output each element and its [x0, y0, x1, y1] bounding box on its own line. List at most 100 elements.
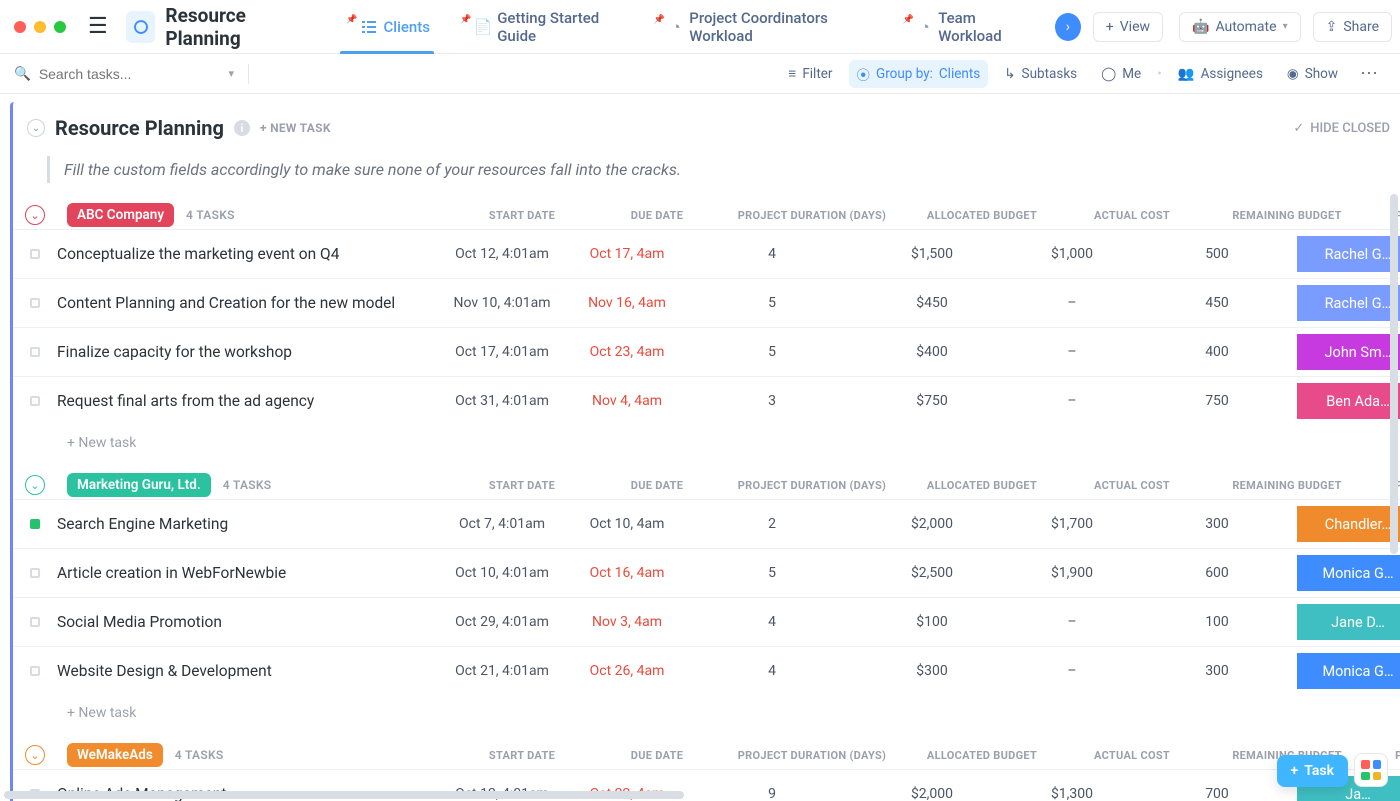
tab-getting-started[interactable]: 📌 📄 Getting Started Guide [444, 0, 638, 54]
automate-button[interactable]: 🤖 Automate ▾ [1179, 12, 1301, 42]
due-date[interactable]: Oct 23, 4am [567, 344, 687, 360]
task-name[interactable]: Finalize capacity for the workshop [57, 342, 437, 363]
duration[interactable]: 5 [687, 565, 857, 581]
project-coordinator[interactable]: Ben Ada… [1297, 383, 1400, 419]
due-date[interactable]: Nov 4, 4am [567, 393, 687, 409]
project-coordinator[interactable]: Rachel G… [1297, 236, 1400, 272]
due-date[interactable]: Nov 3, 4am [567, 614, 687, 630]
next-views-button[interactable]: › [1055, 13, 1081, 41]
column-header[interactable]: REMAINING BUDGET [1207, 479, 1367, 492]
filter-button[interactable]: ≡ Filter [780, 62, 840, 86]
column-header[interactable]: DUE DATE [597, 479, 717, 492]
vertical-scrollbar[interactable] [1390, 194, 1398, 554]
remaining-budget[interactable]: 750 [1137, 393, 1297, 409]
collapse-group-button[interactable]: ⌄ [25, 205, 45, 225]
start-date[interactable]: Oct 21, 4:01am [437, 663, 567, 679]
new-task-button[interactable]: + NEW TASK [260, 121, 331, 135]
actual-cost[interactable]: $1,300 [1007, 786, 1137, 801]
allocated-budget[interactable]: $450 [857, 295, 1007, 311]
table-row[interactable]: Website Design & DevelopmentOct 21, 4:01… [13, 646, 1400, 695]
due-date[interactable]: Oct 10, 4am [567, 516, 687, 532]
group-badge[interactable]: WeMakeAds [67, 743, 163, 767]
add-task-row[interactable]: + New task [13, 695, 1400, 731]
project-coordinator[interactable]: Jane D… [1297, 604, 1400, 640]
actual-cost[interactable]: – [1007, 393, 1137, 409]
allocated-budget[interactable]: $2,000 [857, 516, 1007, 532]
column-header[interactable]: START DATE [457, 209, 587, 222]
menu-icon[interactable]: ☰ [80, 10, 116, 43]
group-badge[interactable]: Marketing Guru, Ltd. [67, 473, 211, 497]
remaining-budget[interactable]: 500 [1137, 246, 1297, 262]
remaining-budget[interactable]: 400 [1137, 344, 1297, 360]
remaining-budget[interactable]: 700 [1137, 786, 1297, 801]
table-row[interactable]: Search Engine MarketingOct 7, 4:01amOct … [13, 499, 1400, 548]
column-header[interactable]: ACTUAL COST [1067, 479, 1197, 492]
share-button[interactable]: ⇪ Share [1313, 12, 1392, 42]
actual-cost[interactable]: – [1007, 295, 1137, 311]
table-row[interactable]: Content Planning and Creation for the ne… [13, 278, 1400, 327]
duration[interactable]: 5 [687, 295, 857, 311]
hide-closed-button[interactable]: ✓ HIDE CLOSED [1293, 121, 1400, 136]
chevron-down-icon[interactable]: ▾ [228, 67, 234, 80]
allocated-budget[interactable]: $300 [857, 663, 1007, 679]
add-view-button[interactable]: + View [1093, 12, 1163, 42]
status-icon[interactable] [30, 249, 40, 259]
actual-cost[interactable]: $1,700 [1007, 516, 1137, 532]
column-header[interactable]: ALLOCATED BUDGET [907, 749, 1057, 762]
allocated-budget[interactable]: $100 [857, 614, 1007, 630]
project-coordinator[interactable]: Rachel G… [1297, 285, 1400, 321]
status-icon[interactable] [30, 347, 40, 357]
group-badge[interactable]: ABC Company [67, 203, 174, 227]
allocated-budget[interactable]: $2,500 [857, 565, 1007, 581]
status-icon[interactable] [30, 519, 40, 529]
remaining-budget[interactable]: 100 [1137, 614, 1297, 630]
column-header[interactable]: REMAINING BUDGET [1207, 209, 1367, 222]
task-name[interactable]: Request final arts from the ad agency [57, 391, 437, 412]
remaining-budget[interactable]: 300 [1137, 516, 1297, 532]
duration[interactable]: 4 [687, 246, 857, 262]
groupby-button[interactable]: ⦿ Group by: Clients [849, 60, 989, 88]
more-icon[interactable]: ⋯ [1354, 63, 1386, 84]
remaining-budget[interactable]: 600 [1137, 565, 1297, 581]
duration[interactable]: 9 [687, 786, 857, 801]
column-header[interactable]: START DATE [457, 479, 587, 492]
apps-button[interactable] [1354, 753, 1388, 787]
column-header[interactable]: ALLOCATED BUDGET [907, 479, 1057, 492]
actual-cost[interactable]: – [1007, 614, 1137, 630]
actual-cost[interactable]: – [1007, 663, 1137, 679]
maximize-window-icon[interactable] [54, 21, 66, 33]
column-header[interactable]: PROJECT DURATION (DAYS) [727, 749, 897, 762]
status-icon[interactable] [30, 298, 40, 308]
duration[interactable]: 4 [687, 663, 857, 679]
window-controls[interactable] [8, 21, 76, 33]
collapse-section-button[interactable]: ⌄ [27, 119, 45, 137]
duration[interactable]: 5 [687, 344, 857, 360]
duration[interactable]: 3 [687, 393, 857, 409]
start-date[interactable]: Oct 10, 4:01am [437, 565, 567, 581]
allocated-budget[interactable]: $750 [857, 393, 1007, 409]
table-row[interactable]: Social Media PromotionOct 29, 4:01amNov … [13, 597, 1400, 646]
project-coordinator[interactable]: John Sm… [1297, 334, 1400, 370]
task-name[interactable]: Search Engine Marketing [57, 514, 437, 535]
start-date[interactable]: Oct 12, 4:01am [437, 246, 567, 262]
task-name[interactable]: Website Design & Development [57, 661, 437, 682]
column-header[interactable]: DUE DATE [597, 749, 717, 762]
task-name[interactable]: Article creation in WebForNewbie [57, 563, 437, 584]
info-icon[interactable]: i [234, 120, 250, 136]
duration[interactable]: 4 [687, 614, 857, 630]
remaining-budget[interactable]: 450 [1137, 295, 1297, 311]
table-row[interactable]: Finalize capacity for the workshopOct 17… [13, 327, 1400, 376]
column-header[interactable]: ALLOCATED BUDGET [907, 209, 1057, 222]
collapse-group-button[interactable]: ⌄ [25, 475, 45, 495]
due-date[interactable]: Oct 16, 4am [567, 565, 687, 581]
project-coordinator[interactable]: Monica G… [1297, 555, 1400, 591]
close-window-icon[interactable] [14, 21, 26, 33]
status-icon[interactable] [30, 666, 40, 676]
project-coordinator[interactable]: Monica G… [1297, 653, 1400, 689]
table-row[interactable]: Request final arts from the ad agencyOct… [13, 376, 1400, 425]
allocated-budget[interactable]: $2,000 [857, 786, 1007, 801]
subtasks-button[interactable]: ↳ Subtasks [996, 62, 1085, 86]
project-coordinator[interactable]: Chandler… [1297, 506, 1400, 542]
start-date[interactable]: Oct 29, 4:01am [437, 614, 567, 630]
start-date[interactable]: Oct 17, 4:01am [437, 344, 567, 360]
